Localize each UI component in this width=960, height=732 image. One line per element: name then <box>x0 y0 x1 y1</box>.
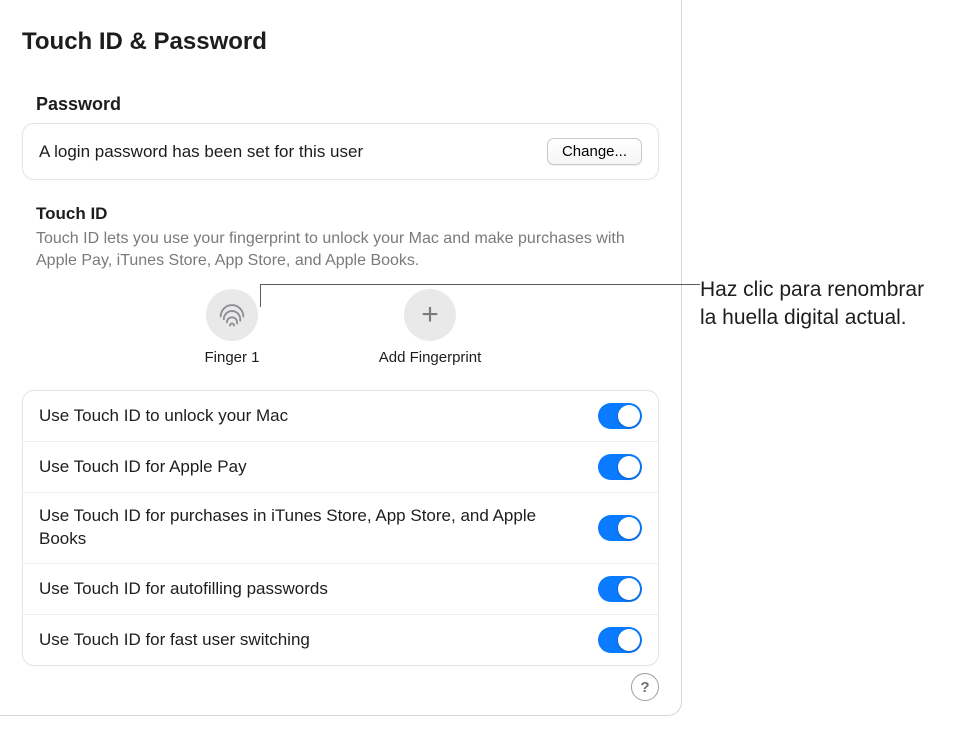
help-button[interactable]: ? <box>631 673 659 701</box>
page-title: Touch ID & Password <box>22 28 659 56</box>
toggle-label-unlock-mac: Use Touch ID to unlock your Mac <box>39 405 288 428</box>
fingerprint-row: Finger 1 + Add Fingerprint <box>22 271 659 374</box>
password-status-text: A login password has been set for this u… <box>39 142 363 162</box>
touchid-section-title: Touch ID <box>22 204 659 224</box>
fingerprint-item-finger1: Finger 1 <box>172 289 292 366</box>
toggle-row-apple-pay: Use Touch ID for Apple Pay <box>23 442 658 493</box>
fingerprint-item-add: + Add Fingerprint <box>370 289 490 366</box>
plus-icon: + <box>421 300 439 330</box>
settings-panel: Touch ID & Password Password A login pas… <box>0 0 682 716</box>
fingerprint-icon[interactable] <box>206 289 258 341</box>
toggle-unlock-mac[interactable] <box>598 403 642 429</box>
add-fingerprint-label: Add Fingerprint <box>379 349 482 366</box>
toggle-row-unlock-mac: Use Touch ID to unlock your Mac <box>23 391 658 442</box>
toggle-row-purchases: Use Touch ID for purchases in iTunes Sto… <box>23 493 658 564</box>
toggle-apple-pay[interactable] <box>598 454 642 480</box>
toggle-label-apple-pay: Use Touch ID for Apple Pay <box>39 456 247 479</box>
toggle-purchases[interactable] <box>598 515 642 541</box>
toggle-autofill[interactable] <box>598 576 642 602</box>
fingerprint-label-finger1[interactable]: Finger 1 <box>204 349 259 366</box>
callout-text: Haz clic para renombrar la huella digita… <box>700 276 940 333</box>
callout-line <box>260 284 261 307</box>
toggle-label-fast-switch: Use Touch ID for fast user switching <box>39 629 310 652</box>
toggle-row-fast-switch: Use Touch ID for fast user switching <box>23 615 658 665</box>
touchid-description: Touch ID lets you use your fingerprint t… <box>22 224 659 271</box>
add-fingerprint-button[interactable]: + <box>404 289 456 341</box>
toggle-label-autofill: Use Touch ID for autofilling passwords <box>39 578 328 601</box>
callout-line <box>260 284 700 285</box>
password-section-title: Password <box>22 94 659 115</box>
toggle-fast-switch[interactable] <box>598 627 642 653</box>
toggle-row-autofill: Use Touch ID for autofilling passwords <box>23 564 658 615</box>
password-card: A login password has been set for this u… <box>22 123 659 180</box>
toggle-label-purchases: Use Touch ID for purchases in iTunes Sto… <box>39 505 539 551</box>
change-password-button[interactable]: Change... <box>547 138 642 165</box>
touchid-toggles-card: Use Touch ID to unlock your Mac Use Touc… <box>22 390 659 666</box>
